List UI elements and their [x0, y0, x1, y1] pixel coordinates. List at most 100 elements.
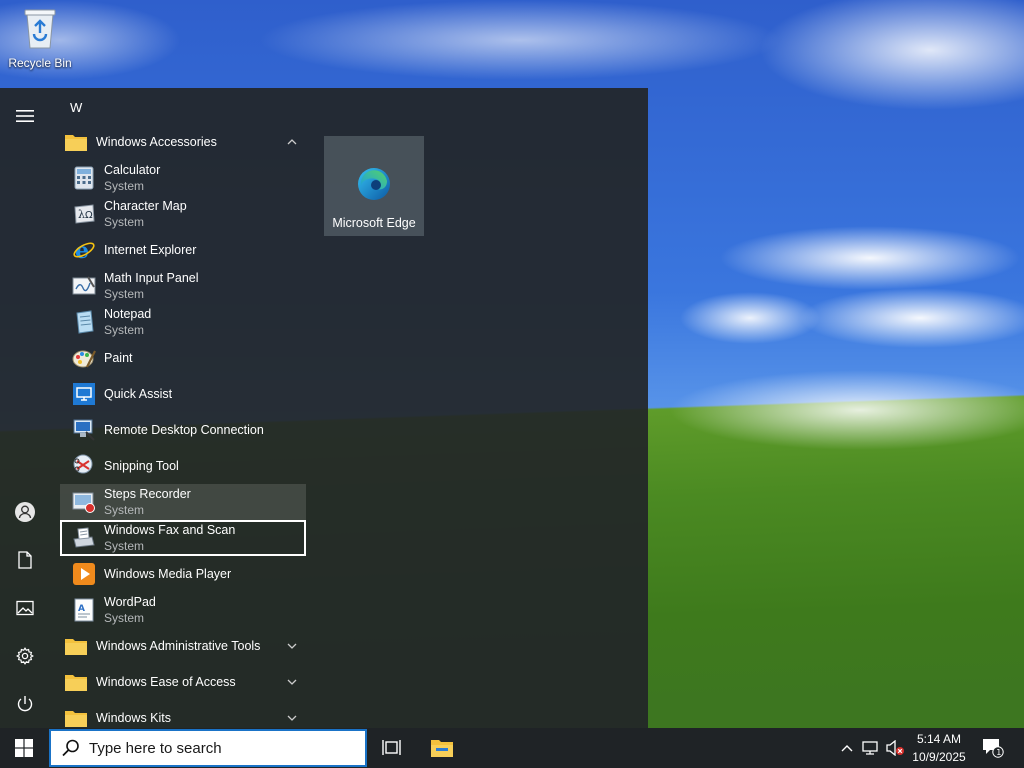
app-windows-media-player[interactable]: Windows Media Player — [60, 556, 306, 592]
app-name: Quick Assist — [104, 387, 173, 401]
show-hidden-icons-button[interactable] — [838, 728, 856, 768]
start-menu: W Windows Accessories Calculator System … — [0, 88, 648, 728]
tile-label: Microsoft Edge — [332, 216, 416, 230]
folder-label: Windows Kits — [96, 711, 172, 725]
folder-windows-administrative-tools[interactable]: Windows Administrative Tools — [60, 628, 306, 664]
chevron-down-icon — [287, 643, 297, 649]
folder-windows-accessories[interactable]: Windows Accessories — [60, 124, 306, 160]
app-name: Internet Explorer — [104, 243, 197, 257]
quick-assist-icon — [72, 382, 96, 406]
recycle-bin-label: Recycle Bin — [8, 56, 72, 70]
app-math-input-panel[interactable]: Math Input Panel System — [60, 268, 306, 304]
tile-microsoft-edge[interactable]: Microsoft Edge — [324, 136, 424, 236]
volume-button[interactable] — [884, 728, 906, 768]
folder-label: Windows Administrative Tools — [96, 639, 261, 653]
documents-icon — [18, 551, 32, 569]
app-quick-assist[interactable]: Quick Assist — [60, 376, 306, 412]
power-button[interactable] — [0, 684, 50, 724]
app-subtitle: System — [104, 323, 145, 337]
app-name: Paint — [104, 351, 133, 365]
taskbar-clock[interactable]: 5:14 AM 10/9/2025 — [905, 730, 973, 766]
app-calculator[interactable]: Calculator System — [60, 160, 306, 196]
calculator-icon — [72, 166, 96, 190]
chevron-up-icon — [287, 139, 297, 145]
snipping-tool-icon — [72, 454, 96, 478]
pictures-button[interactable] — [0, 588, 50, 628]
fax-and-scan-icon — [72, 526, 96, 550]
taskbar: Type here to search 5:14 AM 10/9/2025 1 — [0, 728, 1024, 768]
app-remote-desktop-connection[interactable]: Remote Desktop Connection — [60, 412, 306, 448]
hamburger-menu-icon — [16, 110, 34, 122]
notification-count: 1 — [996, 748, 1001, 757]
chevron-up-icon — [841, 745, 853, 752]
pictures-icon — [16, 600, 34, 616]
app-internet-explorer[interactable]: e Internet Explorer — [60, 232, 306, 268]
app-subtitle: System — [104, 539, 145, 553]
folder-icon — [64, 706, 88, 730]
app-name: Calculator — [104, 163, 161, 177]
steps-recorder-icon — [72, 490, 96, 514]
desktop-icon-recycle-bin[interactable]: Recycle Bin — [4, 6, 76, 76]
app-name: Notepad — [104, 307, 152, 321]
app-snipping-tool[interactable]: Snipping Tool — [60, 448, 306, 484]
settings-button[interactable] — [0, 636, 50, 676]
chevron-down-icon — [287, 679, 297, 685]
folder-windows-ease-of-access[interactable]: Windows Ease of Access — [60, 664, 306, 700]
action-center-button[interactable]: 1 — [978, 728, 1008, 768]
svg-text:A: A — [78, 604, 85, 614]
all-apps-list: W Windows Accessories Calculator System … — [60, 88, 310, 728]
network-status-button[interactable] — [860, 728, 882, 768]
volume-muted-icon — [886, 740, 904, 756]
start-button[interactable] — [0, 728, 48, 768]
app-subtitle: System — [104, 287, 145, 301]
documents-button[interactable] — [0, 540, 50, 580]
clock-date: 10/9/2025 — [912, 750, 966, 764]
app-character-map[interactable]: λΩ Character Map System — [60, 196, 306, 232]
folder-icon — [64, 670, 88, 694]
folder-label: Windows Accessories — [96, 135, 217, 149]
expand-menu-button[interactable] — [0, 96, 50, 136]
app-subtitle: System — [104, 215, 145, 229]
app-subtitle: System — [104, 179, 145, 193]
user-account-button[interactable] — [0, 492, 50, 532]
character-map-icon: λΩ — [72, 202, 96, 226]
app-subtitle: System — [104, 611, 145, 625]
network-icon — [862, 741, 878, 755]
windows-start-icon — [15, 739, 33, 757]
task-view-icon — [382, 740, 401, 755]
start-menu-rail — [0, 88, 50, 728]
user-account-icon — [15, 502, 35, 522]
svg-text:λ: λ — [78, 208, 85, 221]
app-wordpad[interactable]: A WordPad System — [60, 592, 306, 628]
app-windows-fax-and-scan[interactable]: Windows Fax and Scan System — [60, 520, 306, 556]
app-name: Windows Media Player — [104, 567, 232, 581]
app-name: WordPad — [104, 595, 156, 609]
file-explorer-icon — [431, 740, 453, 757]
remote-desktop-icon — [72, 418, 96, 442]
svg-text:Ω: Ω — [85, 210, 93, 221]
search-placeholder: Type here to search — [89, 739, 222, 757]
folder-icon — [64, 634, 88, 658]
folder-label: Windows Ease of Access — [96, 675, 236, 689]
math-input-panel-icon — [72, 274, 96, 298]
app-name: Snipping Tool — [104, 459, 179, 473]
search-icon — [62, 739, 79, 757]
taskbar-search-box[interactable]: Type here to search — [49, 729, 367, 767]
app-name: Steps Recorder — [104, 487, 191, 501]
folder-icon — [64, 130, 88, 154]
media-player-icon — [72, 562, 96, 586]
app-subtitle: System — [104, 503, 145, 517]
app-notepad[interactable]: Notepad System — [60, 304, 306, 340]
file-explorer-button[interactable] — [418, 728, 466, 768]
clock-time: 5:14 AM — [916, 732, 962, 746]
app-name: Math Input Panel — [104, 271, 199, 285]
letter-header-w[interactable]: W — [70, 100, 82, 115]
app-steps-recorder[interactable]: Steps Recorder System — [60, 484, 306, 520]
app-name: Remote Desktop Connection — [104, 423, 264, 437]
notepad-icon — [72, 310, 96, 334]
chevron-down-icon — [287, 715, 297, 721]
app-name: Windows Fax and Scan — [104, 523, 236, 537]
task-view-button[interactable] — [368, 728, 416, 768]
internet-explorer-icon: e — [72, 238, 96, 262]
app-paint[interactable]: Paint — [60, 340, 306, 376]
